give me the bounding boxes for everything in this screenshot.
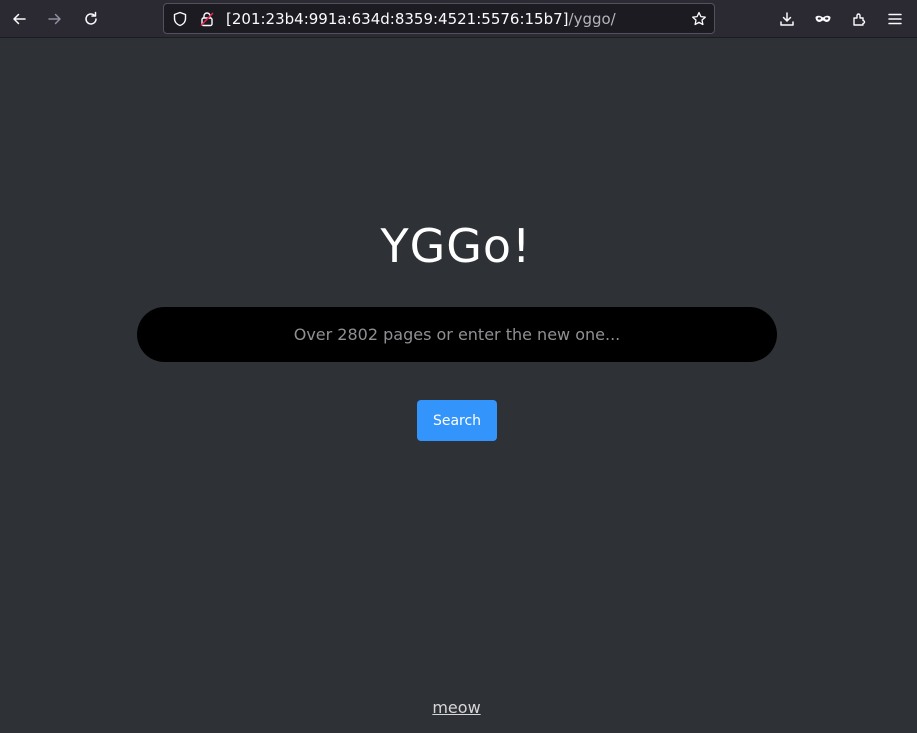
site-logo: YGGo! (380, 219, 532, 273)
extensions-icon[interactable] (847, 7, 871, 31)
url-text[interactable]: [201:23b4:991a:634d:8359:4521:5576:15b7]… (226, 10, 616, 28)
shield-icon[interactable] (168, 7, 192, 31)
insecure-lock-icon[interactable] (195, 7, 219, 31)
forward-arrow-icon[interactable] (43, 7, 67, 31)
search-input[interactable] (137, 307, 777, 362)
reload-icon[interactable] (79, 7, 103, 31)
menu-icon[interactable] (883, 7, 907, 31)
footer-link[interactable]: meow (0, 698, 913, 717)
url-path: /yggo/ (568, 10, 616, 28)
back-arrow-icon[interactable] (7, 7, 31, 31)
search-button[interactable]: Search (417, 400, 497, 441)
star-icon[interactable] (687, 7, 711, 31)
mask-icon[interactable] (811, 7, 835, 31)
page-content: YGGo! Search meow (0, 38, 917, 733)
browser-toolbar: [201:23b4:991a:634d:8359:4521:5576:15b7]… (0, 0, 917, 38)
download-icon[interactable] (775, 7, 799, 31)
address-bar[interactable]: [201:23b4:991a:634d:8359:4521:5576:15b7]… (163, 3, 715, 34)
url-host: [201:23b4:991a:634d:8359:4521:5576:15b7] (226, 10, 569, 28)
